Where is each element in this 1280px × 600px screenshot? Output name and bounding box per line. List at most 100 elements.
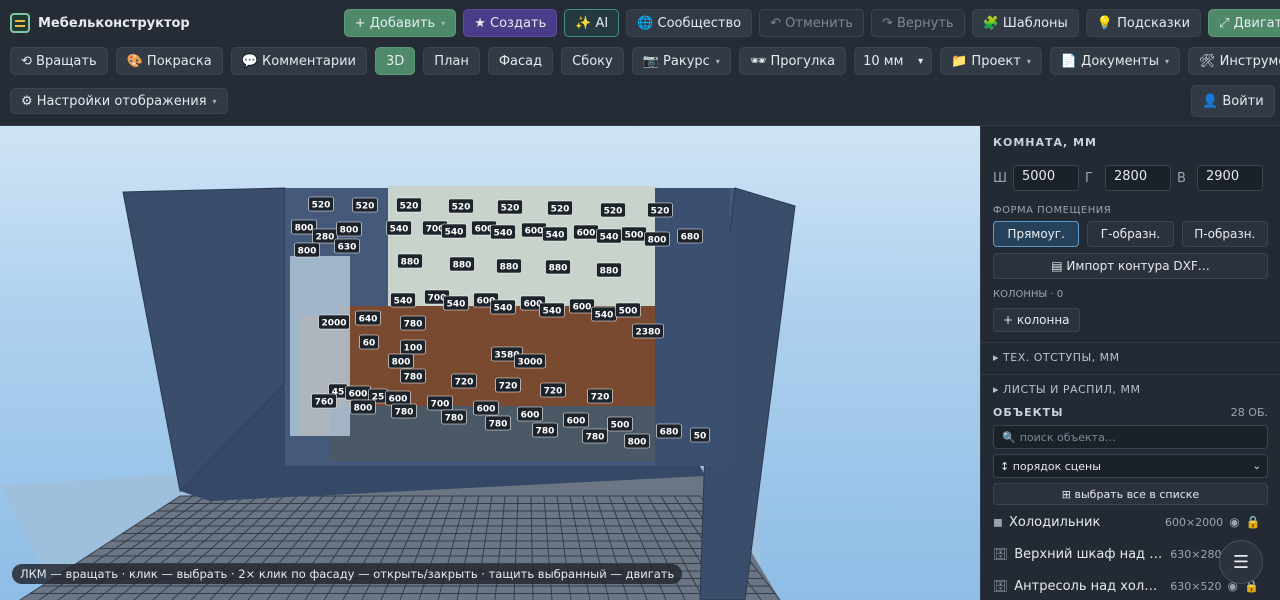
svg-text:800: 800	[628, 438, 647, 448]
dimension-label: 520	[396, 197, 422, 213]
svg-text:760: 760	[315, 398, 334, 408]
caret-icon: ▾	[1026, 56, 1031, 66]
sheets-toggle[interactable]: ▸ ЛИСТЫ И РАСПИЛ, ММ	[981, 374, 1280, 396]
svg-text:540: 540	[394, 297, 413, 307]
svg-text:880: 880	[500, 263, 519, 273]
rotate-button[interactable]: ⟲ Вращать	[10, 47, 108, 75]
lock-icon[interactable]: 🔒	[1246, 515, 1261, 529]
rotate-label: ⟲ Вращать	[21, 53, 97, 69]
svg-text:600: 600	[477, 405, 496, 415]
dimension-label: 600	[569, 298, 595, 314]
object-list-item[interactable]: ◼ Холодильник 600×2000 ◉ 🔒	[993, 507, 1268, 537]
order-select[interactable]: ↕ порядок сцены ⌄	[993, 454, 1268, 478]
svg-text:680: 680	[660, 428, 679, 438]
svg-text:800: 800	[648, 236, 667, 246]
svg-text:800: 800	[298, 247, 317, 257]
hints-button[interactable]: 💡 Подсказки	[1085, 9, 1202, 37]
dimension-label: 540	[542, 226, 568, 242]
svg-text:880: 880	[401, 258, 420, 268]
app-logo: Мебельконструктор	[10, 13, 190, 33]
svg-text:520: 520	[551, 205, 570, 215]
dimension-label: 640	[355, 310, 381, 326]
shape-u-button[interactable]: П-образн.	[1181, 221, 1268, 247]
dimension-label: 880	[397, 253, 423, 269]
ai-button[interactable]: ✨ AI	[564, 9, 620, 37]
comments-button[interactable]: 💬 Комментарии	[230, 47, 368, 75]
3d-viewport[interactable]: 520 520 520 520 520 520 520 520 800 280 800 630 800 5…	[0, 126, 980, 600]
svg-text:50: 50	[694, 432, 707, 442]
svg-text:540: 540	[600, 233, 619, 243]
scene-svg[interactable]: 520 520 520 520 520 520 520 5208002808006308005…	[0, 126, 980, 600]
templates-button[interactable]: 🧩 Шаблоны	[971, 9, 1079, 37]
documents-button[interactable]: 📄 Документы ▾	[1049, 47, 1180, 75]
dimension-label: 630	[334, 238, 360, 254]
width-input[interactable]: 5000	[1013, 165, 1079, 191]
create-button[interactable]: ★ Создать	[463, 9, 558, 37]
dimension-label: 700	[427, 395, 453, 411]
svg-text:520: 520	[356, 202, 375, 212]
svg-text:540: 540	[595, 311, 614, 321]
object-search-input[interactable]: 🔍 поиск объекта…	[993, 425, 1268, 449]
dimension-label: 800	[294, 242, 320, 258]
dimension-label: 780	[485, 415, 511, 431]
paint-button[interactable]: 🎨 Покраска	[115, 47, 223, 75]
shape-rect-button[interactable]: Прямоуг.	[993, 221, 1080, 247]
project-button[interactable]: 📁 Проект ▾	[940, 47, 1042, 75]
import-dxf-button[interactable]: ▤ Импорт контура DXF…	[993, 253, 1268, 279]
svg-text:720: 720	[455, 378, 474, 388]
add-column-button[interactable]: + колонна	[993, 308, 1080, 332]
facade-button[interactable]: Фасад	[487, 47, 554, 75]
redo-button[interactable]: ↷ Вернуть	[870, 9, 965, 37]
dimension-label: 50	[690, 427, 710, 443]
tools-button[interactable]: 🛠 Инструменты▾	[1187, 47, 1280, 75]
dimension-label: 100	[400, 339, 426, 355]
select-all-button[interactable]: ⊞ выбрать все в списке	[993, 483, 1268, 505]
main-actions: + Добавить ▾ ★ Создать ✨ AI 🌐 Сообщество ↶ От…	[343, 9, 1280, 37]
caret-icon: ▾	[715, 56, 720, 66]
chevron-down-icon: ⌄	[1252, 460, 1261, 472]
dimension-label: 780	[532, 422, 558, 438]
dimension-label: 500	[607, 416, 633, 432]
angle-button[interactable]: 📷 Ракурс ▾	[631, 47, 731, 75]
app-title: Мебельконструктор	[38, 15, 190, 31]
login-button[interactable]: 👤 Войти	[1191, 85, 1275, 117]
height-input[interactable]: 2900	[1197, 165, 1263, 191]
side-button[interactable]: Сбоку	[561, 47, 624, 75]
dimension-label: 780	[391, 403, 417, 419]
dimension-label: 500	[615, 302, 641, 318]
caret-icon: ▾	[212, 96, 217, 106]
menu-icon: ☰	[1232, 551, 1250, 573]
svg-text:500: 500	[625, 231, 644, 241]
step-select-value: 10 мм	[863, 53, 904, 69]
hints-label: 💡 Подсказки	[1096, 15, 1191, 31]
tech-offsets-toggle[interactable]: ▸ ТЕХ. ОТСТУПЫ, ММ	[981, 342, 1280, 364]
objects-count: 28 ОБ.	[1230, 406, 1268, 419]
object-size: 630×280	[1170, 547, 1222, 561]
dimension-label: 540	[490, 299, 516, 315]
dimension-label: 800	[388, 353, 414, 369]
cabinet-logo-icon	[10, 13, 30, 33]
plan-button[interactable]: План	[423, 47, 480, 75]
view3d-button[interactable]: 3D	[375, 47, 416, 75]
menu-fab-button[interactable]: ☰	[1219, 540, 1263, 584]
dimension-label: 520	[308, 196, 334, 212]
dimension-label: 2000	[318, 314, 350, 330]
depth-input[interactable]: 2800	[1105, 165, 1171, 191]
shape-l-button[interactable]: Г-образн.	[1087, 221, 1174, 247]
step-select[interactable]: 10 мм ▾	[854, 47, 933, 75]
svg-text:720: 720	[544, 387, 563, 397]
undo-button[interactable]: ↶ Отменить	[759, 9, 864, 37]
dimension-label: 720	[451, 373, 477, 389]
community-button[interactable]: 🌐 Сообщество	[626, 9, 753, 37]
svg-text:880: 880	[453, 261, 472, 271]
svg-text:520: 520	[604, 207, 623, 217]
move-button[interactable]: ⤢ Двигать	[1208, 9, 1280, 37]
dimension-label: 760	[311, 393, 337, 409]
add-button[interactable]: + Добавить ▾	[343, 9, 457, 37]
svg-text:500: 500	[619, 307, 638, 317]
object-name: Холодильник	[1008, 514, 1101, 530]
walk-button[interactable]: 🕶 Прогулка	[738, 47, 847, 75]
display-settings-button[interactable]: ⚙ Настройки отображения ▾	[10, 88, 228, 114]
object-size: 630×520	[1170, 579, 1222, 593]
eye-icon[interactable]: ◉	[1229, 515, 1239, 529]
